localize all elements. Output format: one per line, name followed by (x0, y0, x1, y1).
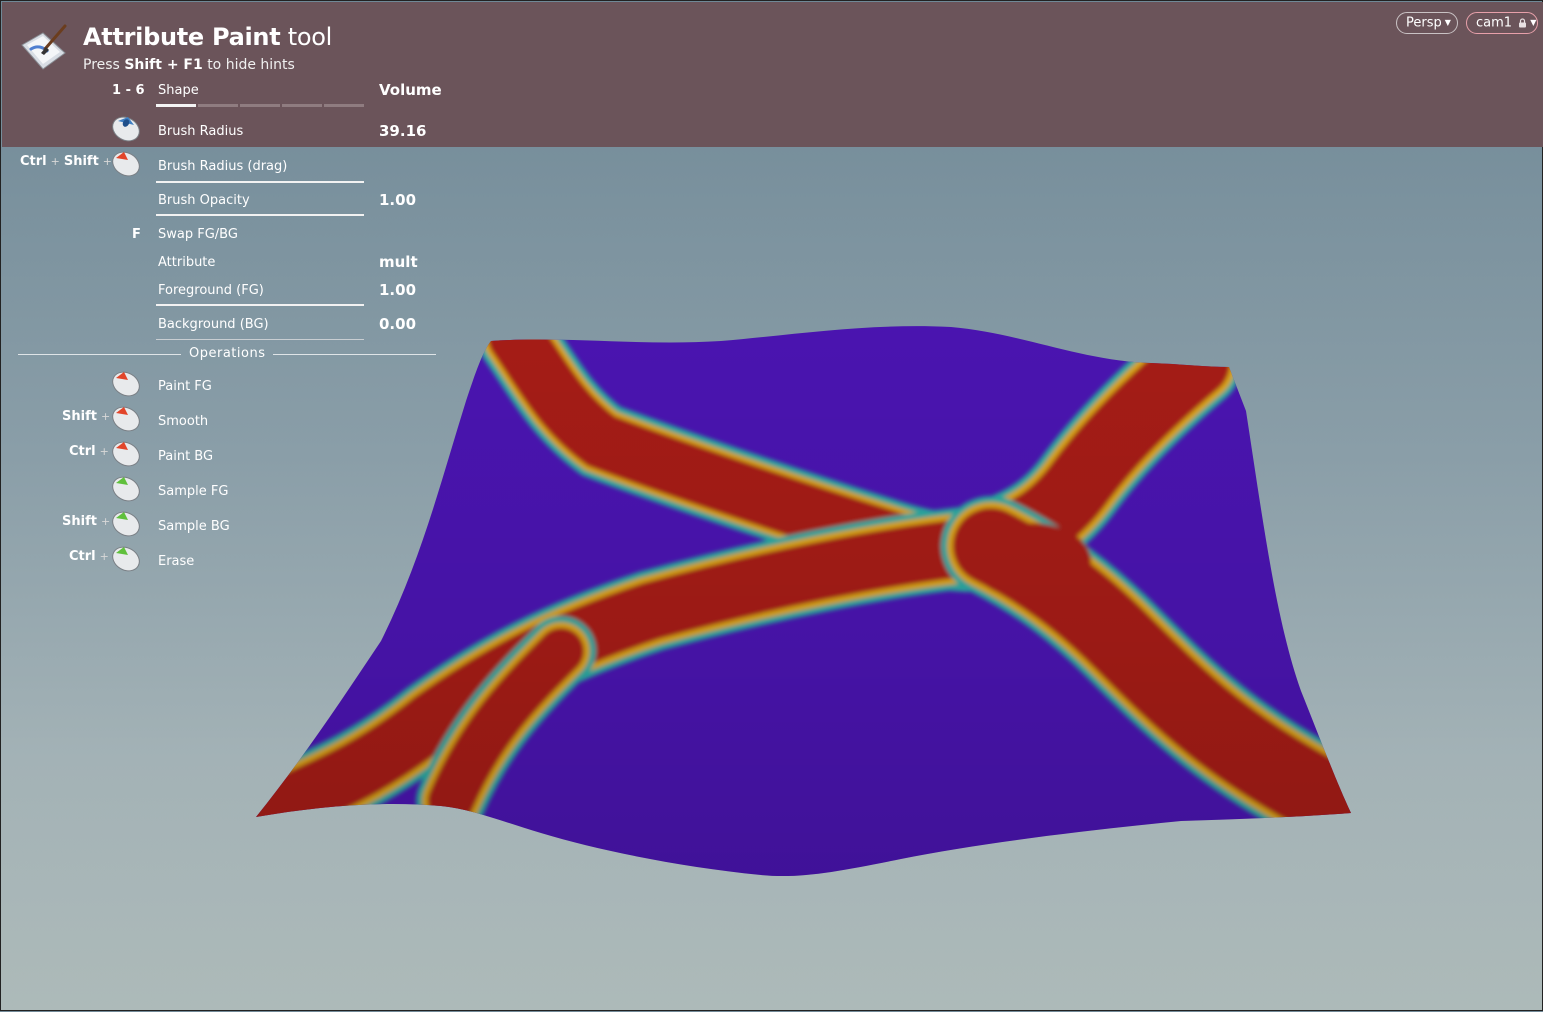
modifier-shift: Shift (63, 154, 99, 169)
swap-fg-bg-label: Swap FG/BG (158, 227, 238, 242)
attribute-label: Attribute (158, 255, 216, 270)
plus-sign: + (50, 155, 60, 168)
brush-radius-drag-underline (156, 181, 364, 183)
hint-keys: Shift + F1 (124, 57, 203, 73)
shape-label: Shape (158, 83, 199, 98)
foreground-slider[interactable] (156, 304, 364, 306)
op-paint-bg: Paint BG (158, 449, 214, 464)
lock-icon (1519, 17, 1527, 27)
mouse-middle-button-icon (112, 476, 140, 502)
op-paint-bg-hotkey: Ctrl + (69, 444, 113, 459)
caret-down-icon: ▼ (1444, 18, 1451, 27)
brush-opacity-label: Brush Opacity (158, 193, 250, 208)
foreground-label: Foreground (FG) (158, 283, 264, 298)
plus-sign: + (99, 445, 109, 458)
brush-opacity-slider[interactable] (156, 214, 364, 216)
plus-sign: + (100, 410, 111, 423)
modifier-ctrl: Ctrl (20, 154, 47, 169)
mouse-left-button-icon (112, 371, 140, 397)
modifier-shift: Shift (62, 514, 97, 529)
mouse-left-button-icon (112, 151, 140, 177)
op-erase: Erase (158, 554, 195, 569)
tool-title-light: tool (287, 23, 333, 51)
shape-segment-2[interactable] (198, 104, 238, 107)
hint-prefix: Press (83, 57, 120, 73)
background-label: Background (BG) (158, 317, 269, 332)
background-value[interactable]: 0.00 (379, 315, 416, 333)
camera-menu[interactable]: cam1 ▼ (1466, 12, 1538, 34)
shape-segment-4[interactable] (282, 104, 322, 107)
brush-opacity-value[interactable]: 1.00 (379, 191, 416, 209)
op-sample-bg-hotkey: Shift + (62, 514, 114, 529)
brush-radius-drag-label: Brush Radius (drag) (158, 159, 288, 174)
brush-radius-value[interactable]: 39.16 (379, 122, 426, 140)
shape-value[interactable]: Volume (379, 81, 442, 99)
terrain-shading (256, 326, 1351, 877)
mouse-left-button-icon (112, 406, 140, 432)
tool-title-bold: Attribute Paint (83, 23, 281, 51)
brush-radius-drag-hotkey: Ctrl + Shift + (20, 154, 116, 169)
op-sample-fg: Sample FG (158, 484, 229, 499)
view-type-menu[interactable]: Persp ▼ (1396, 12, 1458, 34)
mouse-wheel-icon (112, 116, 140, 142)
attribute-value[interactable]: mult (379, 253, 418, 271)
painted-terrain-mesh[interactable] (1, 1, 1543, 1012)
modifier-shift: Shift (62, 409, 97, 424)
paint-brush-tool-icon (21, 24, 67, 70)
brush-radius-label: Brush Radius (158, 124, 244, 139)
foreground-value[interactable]: 1.00 (379, 281, 416, 299)
shape-hotkey: 1 - 6 (112, 83, 145, 98)
swap-hotkey: F (132, 227, 141, 242)
modifier-ctrl: Ctrl (69, 444, 96, 459)
mouse-middle-button-icon (112, 511, 140, 537)
caret-down-icon: ▼ (1530, 18, 1537, 27)
mouse-left-button-icon (112, 441, 140, 467)
hint-suffix: to hide hints (207, 57, 295, 73)
op-smooth-hotkey: Shift + (62, 409, 114, 424)
background-slider[interactable] (156, 339, 364, 340)
op-erase-hotkey: Ctrl + (69, 549, 113, 564)
hide-hints-tip: Press Shift + F1 to hide hints (83, 57, 295, 73)
tool-title: Attribute Paint tool (83, 23, 332, 51)
op-paint-fg: Paint FG (158, 379, 212, 394)
shape-segment-3[interactable] (240, 104, 280, 107)
modifier-ctrl: Ctrl (69, 549, 96, 564)
op-sample-bg: Sample BG (158, 519, 230, 534)
plus-sign: + (100, 515, 111, 528)
shape-segment-5[interactable] (324, 104, 364, 107)
operations-title: Operations (189, 346, 266, 361)
mouse-middle-button-icon (112, 546, 140, 572)
op-smooth: Smooth (158, 414, 209, 429)
plus-sign: + (99, 550, 109, 563)
camera-label: cam1 (1476, 15, 1513, 31)
view-type-label: Persp (1406, 15, 1442, 31)
viewport[interactable]: Attribute Paint tool Press Shift + F1 to… (0, 0, 1543, 1011)
shape-segment-1[interactable] (156, 104, 196, 107)
operations-divider-right (273, 354, 436, 355)
operations-divider-left (18, 354, 181, 355)
